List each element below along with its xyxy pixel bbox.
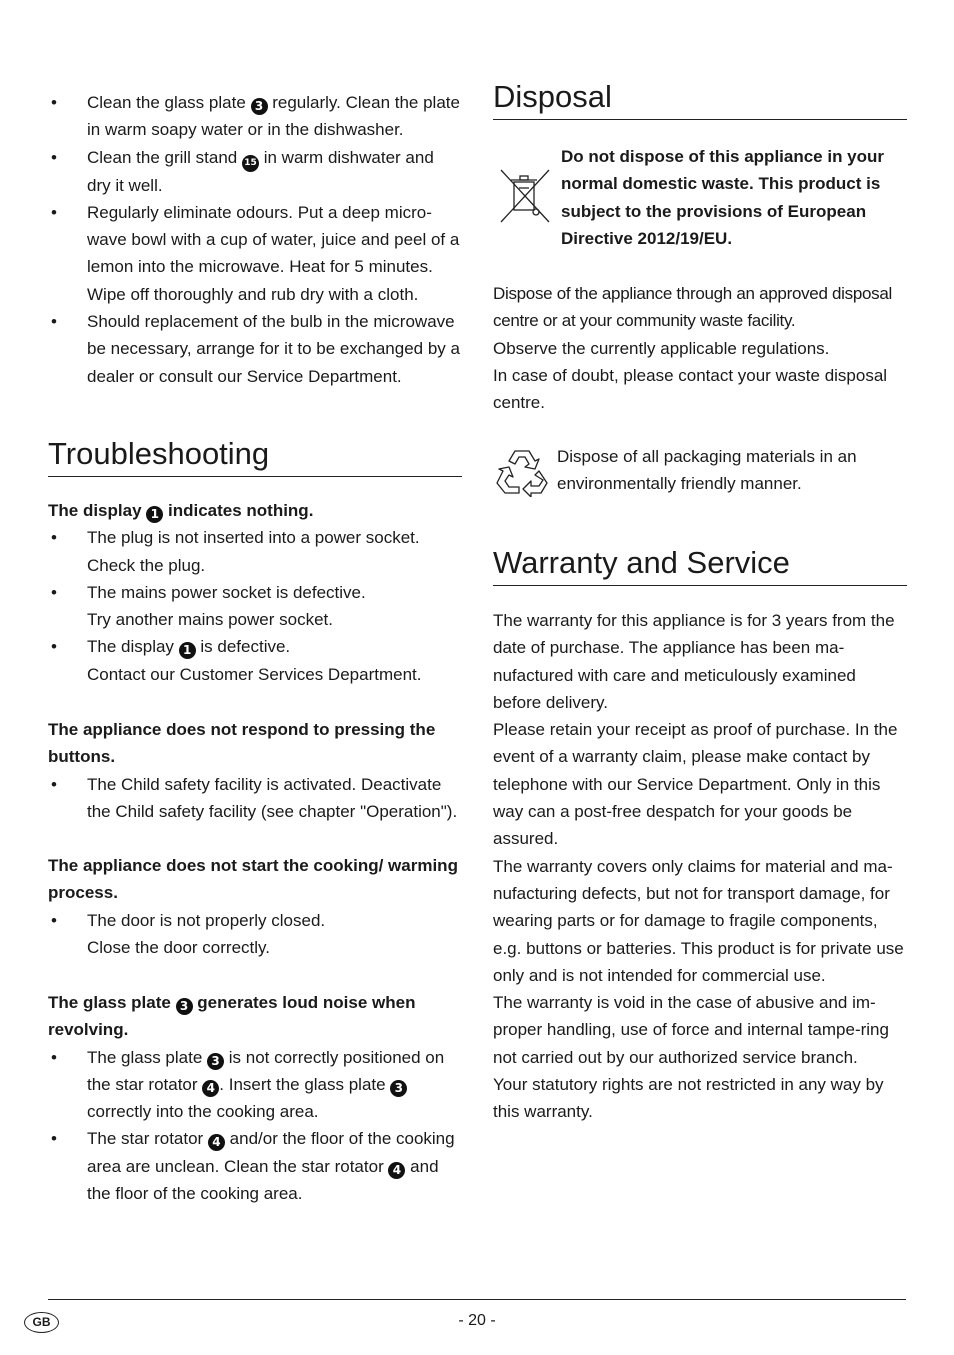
callout-number-icon: 3 (175, 998, 193, 1015)
troubleshooting-section-3: The appliance does not start the cooking… (48, 852, 462, 961)
problem-heading: The appliance does not start the cooking… (48, 856, 458, 903)
callout-number-icon: 4 (202, 1079, 220, 1097)
callout-number-icon: 4 (207, 1134, 225, 1152)
troubleshooting-heading: Troubleshooting (48, 436, 462, 477)
page-number: - 20 - (458, 1312, 496, 1329)
list-item: • The door is not properly closed. Close t… (51, 910, 326, 957)
disposal-paragraph: Dispose of the appliance through an appr… (493, 284, 892, 331)
callout-number-icon: 3 (207, 1052, 225, 1070)
list-item: • Regularly eliminate odours. Put a deep … (51, 202, 460, 304)
warranty-heading: Warranty and Service (493, 545, 907, 586)
callout-number-icon: 4 (388, 1161, 406, 1179)
warranty-paragraph: Your statutory rights are not restricted… (493, 1075, 884, 1122)
callout-number-icon: 1 (146, 506, 164, 523)
warranty-paragraph: Please retain your receipt as proof of p… (493, 720, 898, 849)
disposal-heading: Disposal (493, 79, 907, 120)
list-item: • Clean the glass plate 3 regularly. Clea… (51, 93, 460, 140)
warranty-paragraph: The warranty is void in the case of abus… (493, 993, 889, 1067)
problem-heading: The glass plate 3 generates loud noise w… (48, 993, 416, 1040)
troubleshooting-section-1: The display 1 indicates nothing. • The pl… (48, 497, 462, 688)
list-item: • The mains power socket is defective. Tr… (51, 582, 366, 630)
warranty-body: The warranty for this appliance is for 3… (493, 607, 907, 1126)
recycling-notice: Dispose of all packaging materials in an… (493, 443, 907, 498)
list-item: • The glass plate 3 is not correctly posi… (51, 1047, 445, 1122)
troubleshooting-section-4: The glass plate 3 generates loud noise w… (48, 989, 462, 1207)
callout-number-icon: 15 (241, 154, 259, 172)
callout-number-icon: 3 (250, 98, 268, 115)
list-item: • Should replacement of the bulb in the m… (51, 312, 460, 386)
problem-heading: The appliance does not respond to pressi… (48, 720, 436, 767)
callout-number-icon: 3 (390, 1079, 408, 1097)
list-item: • The display 1 is defective. Contact our … (51, 637, 422, 684)
disposal-paragraph: Observe the currently applicable regulat… (493, 338, 830, 358)
warranty-paragraph: The warranty covers only claims for mate… (493, 856, 904, 985)
list-item: • The Child safety facility is activated.… (51, 774, 458, 821)
weee-notice: Do not dispose of this appliance in your… (493, 143, 907, 252)
footer-divider (48, 1299, 906, 1300)
problem-heading: The display 1 indicates nothing. (48, 501, 314, 523)
warranty-paragraph: The warranty for this appliance is for 3… (493, 611, 895, 712)
list-item: • Clean the grill stand 15 in warm dishwa… (51, 147, 434, 195)
list-item: • The star rotator 4 and/or the floor of … (51, 1129, 455, 1204)
callout-number-icon: 1 (178, 642, 196, 660)
crossed-out-wheelie-bin-icon (500, 169, 550, 223)
disposal-paragraph: In case of doubt, please contact your wa… (493, 365, 888, 413)
troubleshooting-section-2: The appliance does not respond to pressi… (48, 716, 462, 825)
recycling-icon (496, 450, 548, 497)
weee-text: Do not dispose of this appliance in your… (561, 147, 885, 248)
recycling-text: Dispose of all packaging materials in an… (557, 447, 857, 494)
care-bullet-list: • Clean the glass plate 3 regularly. Clea… (48, 89, 462, 390)
disposal-paragraphs: Dispose of the appliance through an appr… (493, 280, 907, 416)
list-item: • The plug is not inserted into a power s… (51, 528, 420, 575)
